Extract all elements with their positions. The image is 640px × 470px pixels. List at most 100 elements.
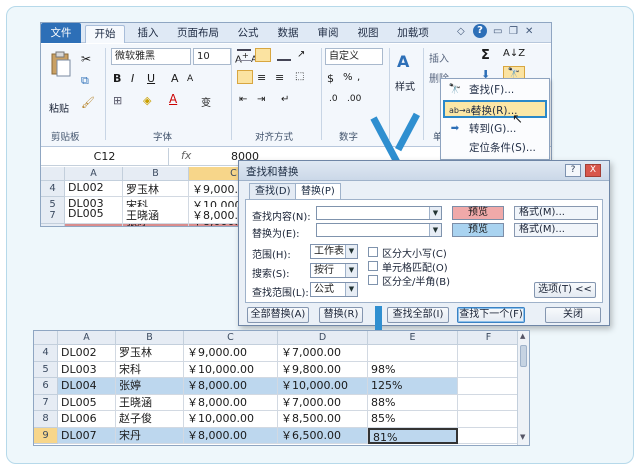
table-cell-d[interactable]: ￥7,000.00 (278, 345, 368, 362)
number-format-combo[interactable]: 自定义 (325, 48, 383, 65)
bold-icon[interactable]: B (113, 72, 121, 85)
help-icon[interactable]: ? (473, 24, 487, 38)
cell-a7[interactable]: DL005 (65, 207, 123, 224)
table-cell-f[interactable] (458, 411, 520, 428)
table-cell-a[interactable]: DL005 (58, 394, 116, 411)
search-order-select[interactable]: 按行 ▼ (310, 263, 358, 278)
column-header-d-bottom[interactable]: D (278, 331, 368, 345)
table-cell-b[interactable]: 张婷 (116, 378, 184, 395)
within-dropdown-icon[interactable]: ▼ (345, 245, 357, 258)
cell-b4[interactable]: 罗玉林 (123, 181, 189, 197)
close-button[interactable]: 关闭 (545, 307, 601, 323)
match-case-checkbox[interactable] (368, 247, 378, 257)
currency-format-icon[interactable]: $ (327, 72, 334, 85)
table-cell-f[interactable] (458, 378, 520, 395)
find-all-button[interactable]: 查找全部(I) (387, 307, 449, 323)
table-cell-d[interactable]: ￥8,500.00 (278, 411, 368, 428)
lookin-dropdown-icon[interactable]: ▼ (345, 283, 357, 296)
table-cell-b[interactable]: 宋丹 (116, 427, 184, 444)
tab-addins[interactable]: 加载项 (391, 25, 435, 43)
autosum-icon[interactable]: Σ (481, 48, 490, 63)
table-cell-c[interactable]: ￥8,000.00 (184, 378, 278, 395)
table-cell-c[interactable]: ￥10,000.00 (184, 411, 278, 428)
font-size-combo[interactable]: 10 (193, 48, 231, 65)
increase-decimal-icon[interactable]: .0 (329, 94, 338, 104)
match-entire-cell-checkbox[interactable] (368, 261, 378, 271)
row-header-4[interactable]: 4 (41, 181, 65, 197)
find-what-input[interactable]: ▼ (316, 206, 442, 220)
align-center-icon[interactable]: ≡ (257, 71, 266, 84)
font-name-combo[interactable]: 微软雅黑 (111, 48, 191, 65)
column-header-a-bottom[interactable]: A (58, 331, 116, 345)
row-header[interactable]: 9 (34, 427, 58, 444)
row-header[interactable]: 6 (34, 378, 58, 395)
styles-icon[interactable]: A (397, 52, 409, 71)
minimize-ribbon-icon[interactable]: ◇ (457, 26, 465, 37)
dialog-close-button[interactable]: X (585, 164, 601, 177)
replace-button[interactable]: 替换(R) (319, 307, 363, 323)
row-header[interactable]: 7 (34, 394, 58, 411)
cell-b7[interactable]: 王晓涵 (123, 207, 189, 224)
insert-function-icon[interactable]: fx (181, 149, 191, 162)
table-cell-f[interactable] (458, 427, 520, 444)
tab-find[interactable]: 查找(D) (249, 183, 297, 200)
cell-c7[interactable]: ￥8,000.0 (189, 207, 238, 224)
table-cell-b[interactable]: 宋科 (116, 361, 184, 378)
replace-with-input[interactable]: ▼ (316, 223, 442, 237)
table-cell-c[interactable]: ￥10,000.00 (184, 361, 278, 378)
table-cell-e[interactable] (368, 345, 458, 362)
menu-item-find[interactable]: 🔭 查找(F)... (443, 81, 547, 99)
table-cell-d[interactable]: ￥10,000.00 (278, 378, 368, 395)
minimize-icon[interactable]: ▭ (493, 26, 502, 37)
borders-icon[interactable]: ⊞ (113, 94, 122, 107)
table-cell-e[interactable]: 98% (368, 361, 458, 378)
table-cell-e[interactable]: 125% (368, 378, 458, 395)
wrap-text-icon[interactable]: ↵ (281, 94, 289, 105)
tab-replace[interactable]: 替换(P) (295, 183, 341, 200)
table-cell-c[interactable]: ￥9,000.00 (184, 345, 278, 362)
underline-icon[interactable]: U (147, 72, 155, 85)
dialog-help-button[interactable]: ? (565, 164, 581, 177)
italic-icon[interactable]: I (131, 72, 134, 85)
phonetic-icon[interactable]: 变 (201, 94, 211, 109)
copy-icon[interactable]: ⧉ (81, 74, 89, 88)
grow-font-alt-icon[interactable]: A (171, 72, 179, 85)
select-all-corner-bottom[interactable] (34, 331, 58, 345)
cut-icon[interactable]: ✂ (81, 52, 91, 66)
search-dropdown-icon[interactable]: ▼ (345, 264, 357, 277)
tab-data[interactable]: 数据 (271, 25, 305, 43)
find-dropdown-icon[interactable]: ▼ (429, 207, 441, 219)
table-cell-a[interactable]: DL007 (58, 427, 116, 444)
row-header[interactable]: 4 (34, 345, 58, 362)
table-cell-f[interactable] (458, 345, 520, 362)
menu-item-replace[interactable]: ab→ac 替换(R)... (443, 100, 547, 118)
align-left-icon[interactable] (237, 70, 253, 84)
restore-icon[interactable]: ❐ (509, 26, 518, 37)
decrease-decimal-icon[interactable]: .00 (347, 94, 361, 104)
shrink-font-alt-icon[interactable]: A (187, 74, 193, 84)
close-icon[interactable]: ✕ (525, 26, 533, 37)
column-header-c-bottom[interactable]: C (184, 331, 278, 345)
align-right-icon[interactable]: ≡ (275, 71, 284, 84)
vertical-scrollbar[interactable]: ▲ ▼ (517, 331, 529, 445)
table-cell-d[interactable]: ￥9,800.00 (278, 361, 368, 378)
increase-indent-icon[interactable]: ⇥ (257, 94, 265, 105)
table-cell-a[interactable]: DL002 (58, 345, 116, 362)
orientation-icon[interactable]: ↗ (297, 49, 305, 60)
row-header-7[interactable]: 7 (41, 207, 65, 224)
table-cell-a[interactable]: DL006 (58, 411, 116, 428)
scroll-up-icon[interactable]: ▲ (520, 332, 525, 340)
within-select[interactable]: 工作表 ▼ (310, 244, 358, 259)
table-cell-e[interactable]: 88% (368, 394, 458, 411)
scroll-down-icon[interactable]: ▼ (520, 433, 525, 441)
cell-a4[interactable]: DL002 (65, 181, 123, 197)
table-cell-a[interactable]: DL004 (58, 378, 116, 395)
align-top-icon[interactable] (237, 49, 251, 61)
table-cell-c[interactable]: ￥8,000.00 (184, 394, 278, 411)
align-middle-icon[interactable] (255, 48, 271, 62)
tab-file[interactable]: 文件 (41, 23, 81, 43)
table-cell-b[interactable]: 赵子俊 (116, 411, 184, 428)
paste-icon[interactable] (49, 50, 75, 82)
scroll-thumb[interactable] (520, 345, 527, 367)
select-all-corner[interactable] (41, 167, 65, 181)
